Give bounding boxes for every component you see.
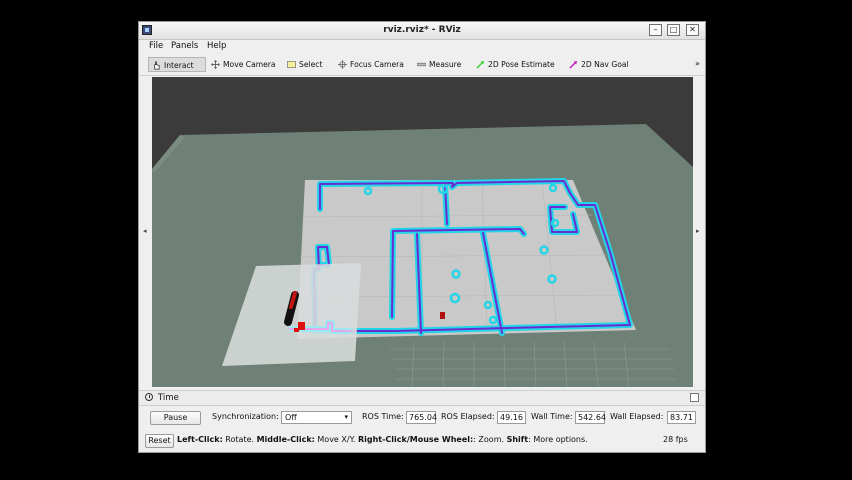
fps-counter: 28 fps — [663, 435, 688, 444]
wall-time-label: Wall Time: — [531, 412, 573, 421]
focus-crosshair-icon — [338, 59, 347, 69]
tool-select-button[interactable]: Select — [284, 57, 322, 72]
tool-2d-nav-goal-label: 2D Nav Goal — [581, 60, 629, 69]
tool-measure-label: Measure — [429, 60, 462, 69]
close-button[interactable]: ✕ — [686, 24, 699, 36]
clock-icon — [145, 393, 153, 401]
pause-button[interactable]: Pause — [150, 411, 201, 425]
ros-time-field[interactable]: 765.04 — [406, 411, 437, 424]
menu-bar: File Panels Help — [139, 40, 705, 53]
move-arrows-icon — [211, 59, 220, 69]
sync-select[interactable]: Off ▾ — [281, 411, 352, 424]
minimize-button[interactable]: – — [649, 24, 662, 36]
left-click-key: Left-Click: — [177, 435, 223, 444]
tool-2d-pose-estimate-button[interactable]: 2D Pose Estimate — [473, 57, 555, 72]
reset-button[interactable]: Reset — [145, 434, 174, 448]
tool-interact-label: Interact — [164, 61, 194, 70]
menu-file[interactable]: File — [149, 41, 163, 51]
toolbar-overflow-button[interactable]: » — [695, 59, 700, 68]
rviz-window: rviz.rviz* - RViz – □ ✕ File Panels Help… — [138, 21, 706, 453]
wall-elapsed-field[interactable]: 83.71 — [667, 411, 696, 424]
ros-elapsed-field[interactable]: 49.16 — [497, 411, 526, 424]
purple-arrow-icon — [569, 60, 578, 69]
tool-move-camera-label: Move Camera — [223, 60, 276, 69]
3d-scene[interactable] — [152, 77, 693, 387]
green-arrow-icon — [476, 60, 485, 69]
goal-marker — [440, 312, 445, 319]
tool-move-camera-button[interactable]: Move Camera — [208, 57, 276, 72]
title-bar[interactable]: rviz.rviz* - RViz – □ ✕ — [139, 22, 705, 40]
right-click-desc: : Zoom. — [473, 435, 507, 444]
ros-elapsed-label: ROS Elapsed: — [441, 412, 495, 421]
tool-focus-camera-label: Focus Camera — [350, 60, 404, 69]
mouse-help-text: Left-Click: Rotate. Middle-Click: Move X… — [177, 435, 588, 444]
sync-label: Synchronization: — [212, 412, 279, 421]
hand-pointer-icon — [154, 61, 160, 69]
maximize-button[interactable]: □ — [667, 24, 680, 36]
window-title: rviz.rviz* - RViz — [383, 25, 461, 35]
status-bar: Reset Left-Click: Rotate. Middle-Click: … — [139, 431, 705, 451]
menu-panels[interactable]: Panels — [171, 41, 198, 51]
3d-render-viewport[interactable] — [152, 77, 693, 387]
tool-2d-pose-estimate-label: 2D Pose Estimate — [488, 60, 555, 69]
tool-interact-button[interactable]: Interact — [148, 57, 206, 72]
sync-select-value: Off — [285, 413, 297, 422]
tool-focus-camera-button[interactable]: Focus Camera — [335, 57, 404, 72]
tool-2d-nav-goal-button[interactable]: 2D Nav Goal — [566, 57, 629, 72]
wall-elapsed-label: Wall Elapsed: — [610, 412, 664, 421]
ruler-icon — [417, 62, 426, 66]
ros-time-label: ROS Time: — [362, 412, 404, 421]
shift-desc: : More options. — [528, 435, 588, 444]
middle-click-key: Middle-Click: — [256, 435, 315, 444]
time-panel-float-button[interactable] — [690, 393, 699, 402]
time-controls: Pause Synchronization: Off ▾ ROS Time: 7… — [139, 409, 705, 427]
tool-measure-button[interactable]: Measure — [414, 57, 461, 72]
tool-select-label: Select — [299, 60, 323, 69]
time-panel-header: Time — [139, 390, 705, 406]
shift-key: Shift — [506, 435, 529, 444]
right-click-key: Right-Click/Mouse Wheel: — [357, 435, 474, 444]
time-panel-title: Time — [158, 393, 179, 403]
menu-help[interactable]: Help — [207, 41, 226, 51]
left-click-desc: Rotate. — [222, 435, 257, 444]
chevron-down-icon: ▾ — [344, 413, 348, 421]
tool-bar: Interact Move Camera Select Focus Camera… — [139, 54, 705, 76]
select-box-icon — [287, 60, 296, 68]
left-dock-arrow-icon[interactable]: ◂ — [143, 227, 147, 235]
wall-time-field[interactable]: 542.64 — [575, 411, 606, 424]
middle-click-desc: Move X/Y. — [314, 435, 358, 444]
right-dock-arrow-icon[interactable]: ▸ — [696, 227, 700, 235]
